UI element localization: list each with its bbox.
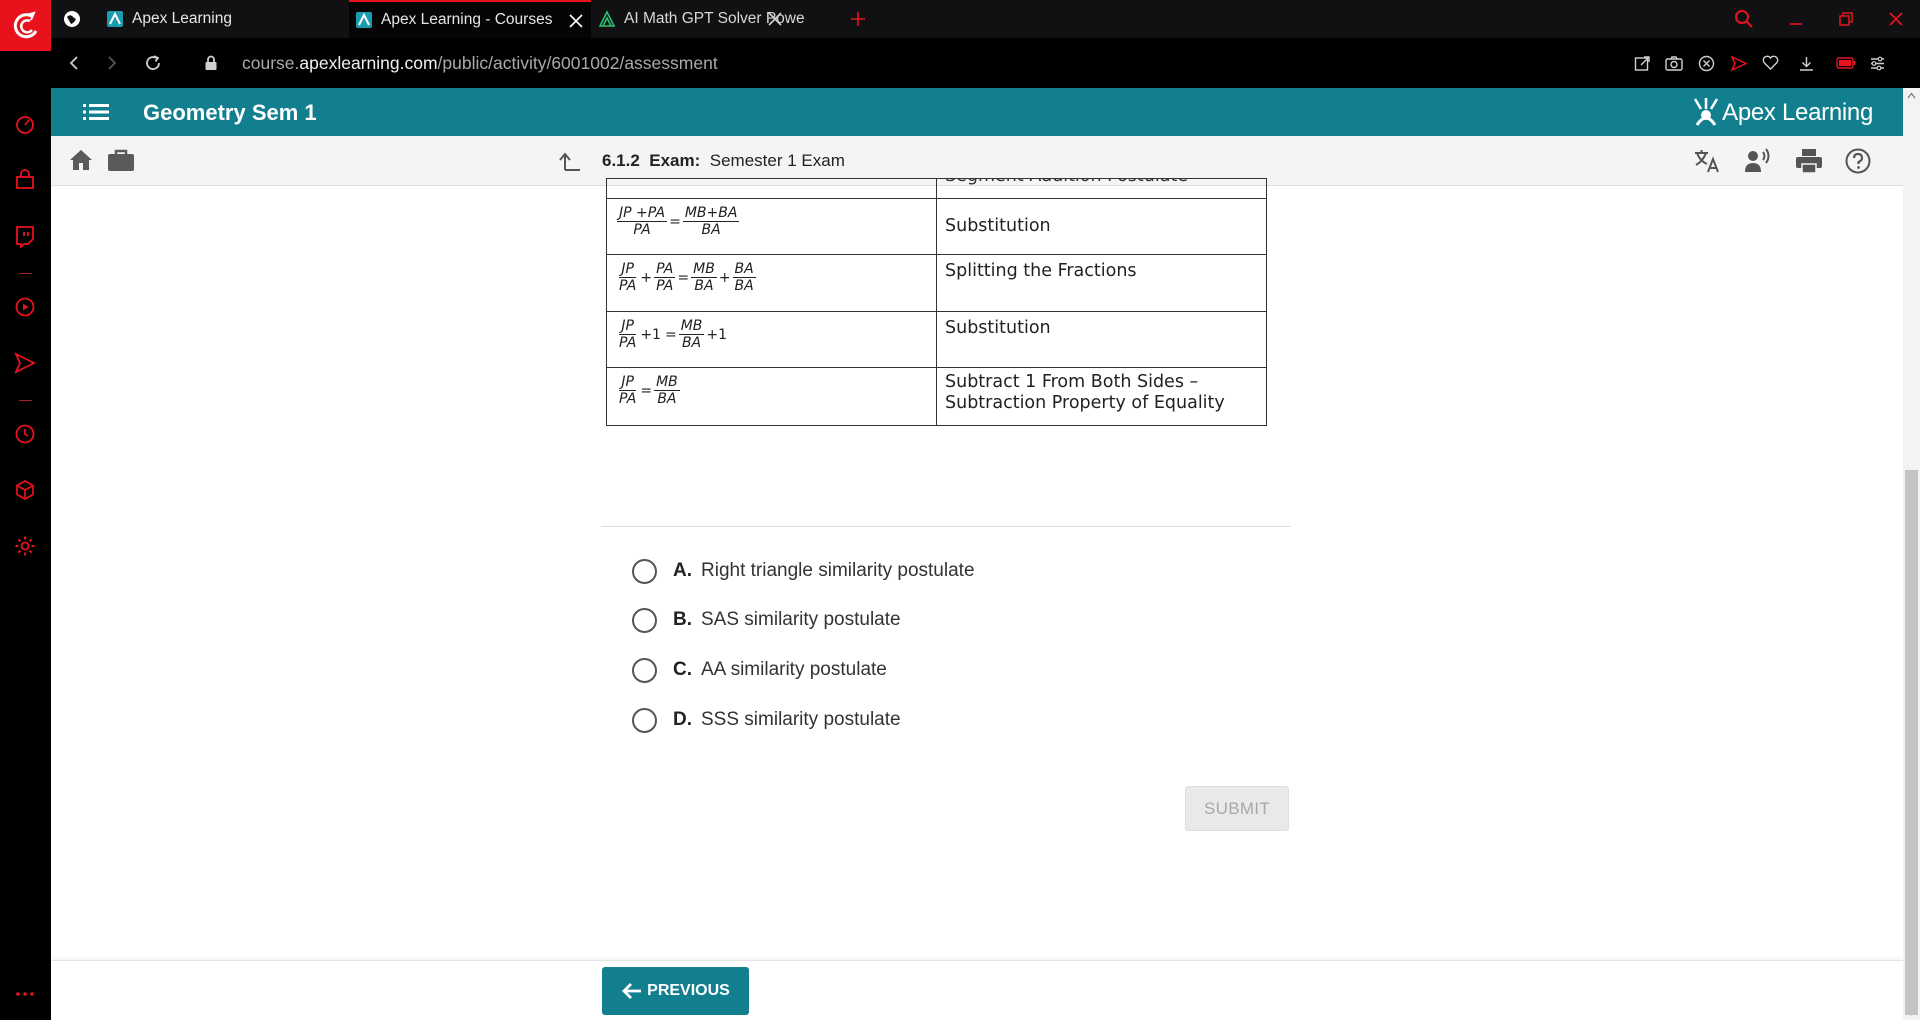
statement-cell: JP +PA PA = MB+BA BA [606,198,937,255]
statement-cell: JP PA +1 = MB BA +1 [606,311,937,368]
divider [601,526,1291,527]
player-icon[interactable] [13,295,37,319]
choice-a[interactable]: A. Right triangle similarity postulate [632,556,975,586]
send-icon[interactable] [13,351,37,375]
choice-text: SSS similarity postulate [701,709,901,730]
browser-sidebar [0,51,51,1020]
forward-icon[interactable] [101,52,123,74]
cube-icon[interactable] [13,478,37,502]
tab-ai-math[interactable]: AI Math GPT Solver Powere [598,0,882,38]
speed-dial-icon[interactable] [13,112,37,136]
text-to-speech-icon[interactable] [1744,148,1772,174]
apex-logo-icon [1693,98,1719,126]
activity-number: 6.1.2 [602,151,640,170]
restore-icon[interactable] [1835,8,1857,30]
shopping-bag-icon[interactable] [13,168,37,192]
tab-strip: Apex Learning Apex Learning - Courses AI… [51,0,1920,38]
activity-type: Exam: [649,151,701,170]
reason-cell: Substitution [936,198,1267,255]
apex-logo-text: Apex Learning [1722,99,1873,126]
twitch-icon[interactable] [13,224,37,248]
reload-icon[interactable] [142,52,164,74]
choice-text: Right triangle similarity postulate [701,560,975,581]
scroll-up-icon[interactable] [1907,92,1916,99]
table-row: JP PA + PA PA = MB BA + BA BA Splitting the Fracti… [606,254,1267,312]
page-content: Geometry Sem 1 Apex Learning 6.1.2 Exam:… [51,88,1903,1020]
choice-c[interactable]: C. AA similarity postulate [632,655,887,685]
choice-d[interactable]: D. SSS similarity postulate [632,705,901,735]
block-icon[interactable] [1696,53,1716,73]
submit-button[interactable]: SUBMIT [1185,786,1289,831]
tab-apex-learning[interactable]: Apex Learning [106,0,390,38]
settings-gear-icon[interactable] [13,534,37,558]
tab-label: Apex Learning [132,10,232,27]
table-row: JP +PA PA = MB+BA BA Substitution [606,198,1267,255]
choice-b[interactable]: B. SAS similarity postulate [632,605,901,635]
apex-favicon-icon [356,12,372,28]
proof-table: Segment Addition Postulate JP +PAPA=MB+B… [606,178,1267,426]
help-icon[interactable] [1845,148,1871,174]
browser-logo-icon[interactable] [0,0,51,51]
history-icon[interactable] [13,422,37,446]
activity-title: Semester 1 Exam [709,151,845,170]
arrow-left-icon [622,983,642,999]
bottom-navigation [51,960,1903,1020]
close-icon[interactable] [766,10,784,28]
settings-sliders-icon[interactable] [1867,53,1887,73]
workspace-icon[interactable] [63,0,83,38]
tab-apex-courses[interactable]: Apex Learning - Courses [349,0,591,38]
print-icon[interactable] [1795,148,1823,174]
menu-icon[interactable] [83,102,109,122]
search-icon[interactable] [1733,8,1755,30]
scroll-thumb[interactable] [1905,470,1918,1015]
table-row: JP PA +1 = MB BA +1 Substitution [606,311,1267,368]
table-row: JP PA = MB BA Subtract 1 From Both Sides – S… [606,367,1267,426]
address-bar: course.apexlearning.com/public/activity/… [51,38,1920,88]
share-icon[interactable] [1632,53,1652,73]
new-tab-icon[interactable] [848,9,868,29]
send-icon[interactable] [1728,53,1748,73]
translate-icon[interactable] [1693,148,1721,174]
course-title: Geometry Sem 1 [143,100,317,125]
window-close-icon[interactable] [1885,8,1907,30]
close-icon[interactable] [567,12,585,30]
reason-cell: Subtract 1 From Both Sides – Subtraction… [936,367,1267,426]
radio-button[interactable] [632,607,657,633]
activity-label: 6.1.2 Exam: Semester 1 Exam [602,151,845,171]
briefcase-icon[interactable] [107,148,135,172]
reason-cell: Splitting the Fractions [936,254,1267,312]
tab-label: Apex Learning - Courses [381,11,553,28]
radio-button[interactable] [632,558,657,584]
download-icon[interactable] [1796,53,1816,73]
previous-button[interactable]: PREVIOUS [602,967,749,1015]
lock-icon[interactable] [201,53,221,73]
reason-cell: Substitution [936,311,1267,368]
radio-button[interactable] [632,707,657,733]
apex-favicon-icon [107,11,123,27]
up-level-icon[interactable] [559,150,581,172]
choice-text: SAS similarity postulate [701,609,901,630]
back-icon[interactable] [63,52,85,74]
ai-math-favicon-icon [598,10,616,27]
battery-icon[interactable] [1835,53,1857,73]
statement-cell: JP PA + PA PA = MB BA + BA BA [606,254,937,312]
statement-cell: JP PA = MB BA [606,367,937,426]
home-icon[interactable] [69,149,93,171]
heart-icon[interactable] [1760,53,1780,73]
camera-icon[interactable] [1664,53,1684,73]
course-header: Geometry Sem 1 Apex Learning [51,88,1903,136]
choice-text: AA similarity postulate [701,659,887,680]
radio-button[interactable] [632,657,657,683]
table-row: Segment Addition Postulate [606,178,1267,199]
minimize-icon[interactable] [1785,8,1807,30]
partial-reason: Segment Addition Postulate [945,180,1258,188]
more-icon[interactable] [13,982,37,1006]
url-field[interactable]: course.apexlearning.com/public/activity/… [242,53,718,74]
